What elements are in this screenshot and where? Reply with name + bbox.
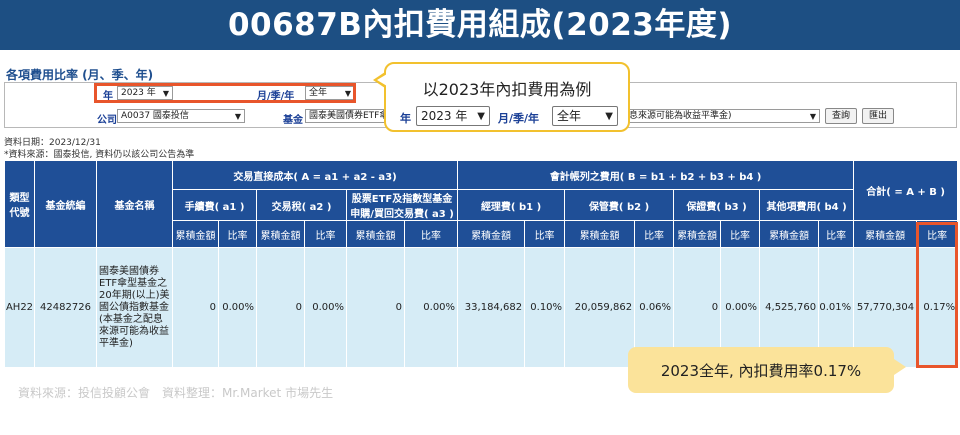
header-ratio: 比率 bbox=[218, 220, 257, 248]
chevron-down-icon: ▼ bbox=[605, 111, 613, 122]
fee-table: 類型代號 基金統編 基金名稱 交易直接成本( A = a1 + a2 - a3)… bbox=[4, 160, 959, 368]
page-banner: 00687B內扣費用組成(2023年度) bbox=[0, 0, 960, 50]
cell-fund-code: 42482726 bbox=[34, 247, 97, 368]
chevron-down-icon: ▼ bbox=[234, 112, 241, 121]
header-amount: 累積金額 bbox=[853, 220, 918, 248]
header-amount: 累積金額 bbox=[256, 220, 305, 248]
callout-period-select[interactable]: 全年 ▼ bbox=[552, 106, 618, 126]
total-ratio-highlight bbox=[916, 222, 958, 368]
header-a3: 股票ETF及指數型基金申購/買回交易費( a3 ) bbox=[345, 189, 459, 221]
header-b1: 經理費( b1 ) bbox=[457, 189, 566, 221]
cell-b1-ratio: 0.10% bbox=[524, 247, 566, 368]
cell-b1-amount: 33,184,682 bbox=[457, 247, 526, 368]
header-amount: 累積金額 bbox=[172, 220, 219, 248]
header-group-a: 交易直接成本( A = a1 + a2 - a3) bbox=[171, 160, 459, 190]
cell-a3-amount: 0 bbox=[346, 247, 405, 368]
header-ratio: 比率 bbox=[403, 220, 459, 248]
callout-year-select[interactable]: 2023 年 ▼ bbox=[416, 106, 490, 126]
header-amount: 累積金額 bbox=[564, 220, 636, 248]
company-select[interactable]: A0037 國泰投信 ▼ bbox=[117, 109, 245, 123]
company-label: 公司 bbox=[97, 115, 117, 126]
cell-type-code: AH22 bbox=[4, 247, 35, 368]
cell-a1-amount: 0 bbox=[172, 247, 219, 368]
cell-b2-amount: 20,059,862 bbox=[564, 247, 636, 368]
header-a2: 交易稅( a2 ) bbox=[256, 189, 347, 221]
header-type-code: 類型代號 bbox=[4, 160, 35, 248]
query-button[interactable]: 查詢 bbox=[825, 108, 857, 124]
header-amount: 累積金額 bbox=[346, 220, 405, 248]
cell-a2-amount: 0 bbox=[256, 247, 305, 368]
callout-period-label: 月/季/年 bbox=[498, 112, 540, 125]
callout-example-text: 以2023年內扣費用為例 bbox=[422, 80, 592, 99]
header-amount: 累積金額 bbox=[673, 220, 722, 248]
header-ratio: 比率 bbox=[818, 220, 855, 248]
header-ratio: 比率 bbox=[634, 220, 675, 248]
cell-fund-name: 國泰美國債券ETF傘型基金之20年期(以上)美國公債指數基金(本基金之配息來源可… bbox=[96, 247, 173, 368]
header-b4: 其他項費用( b4 ) bbox=[759, 189, 855, 221]
fund-label: 基金 bbox=[283, 115, 303, 126]
header-amount: 累積金額 bbox=[759, 220, 820, 248]
callout-result-text: 2023全年, 內扣費用率0.17% bbox=[660, 362, 862, 380]
header-b2: 保管費( b2 ) bbox=[564, 189, 675, 221]
cell-a2-ratio: 0.00% bbox=[304, 247, 347, 368]
cell-a3-ratio: 0.00% bbox=[403, 247, 459, 368]
export-button[interactable]: 匯出 bbox=[862, 108, 894, 124]
header-fund-name: 基金名稱 bbox=[96, 160, 173, 248]
fund-select-tail[interactable]: 息來源可能為收益平準金) ▼ bbox=[625, 109, 820, 123]
fund-select[interactable]: 國泰美國債券ETF傘型基金之20年期(以上)美國公債指數基金(本基金之配息來源可… bbox=[305, 109, 385, 123]
header-b3: 保證費( b3 ) bbox=[673, 189, 761, 221]
header-ratio: 比率 bbox=[524, 220, 566, 248]
callout-result: 2023全年, 內扣費用率0.17% bbox=[628, 347, 906, 393]
header-amount: 累積金額 bbox=[457, 220, 526, 248]
chevron-down-icon: ▼ bbox=[809, 112, 816, 121]
section-title: 各項費用比率 (月、季、年) bbox=[6, 68, 154, 82]
header-ratio: 比率 bbox=[720, 220, 761, 248]
header-total: 合計( = A + B ) bbox=[853, 160, 959, 221]
cell-a1-ratio: 0.00% bbox=[218, 247, 257, 368]
header-ratio: 比率 bbox=[304, 220, 347, 248]
callout-example: 以2023年內扣費用為例 年 2023 年 ▼ 月/季/年 全年 ▼ bbox=[373, 62, 630, 132]
chevron-down-icon: ▼ bbox=[477, 111, 485, 122]
header-group-b: 會計帳列之費用( B = b1 + b2 + b3 + b4 ) bbox=[457, 160, 855, 190]
footer-source: 資料來源：投信投顧公會 資料整理：Mr.Market 市場先生 bbox=[18, 386, 334, 400]
callout-year-label: 年 bbox=[400, 112, 411, 125]
header-fund-code: 基金統編 bbox=[34, 160, 97, 248]
header-a1: 手續費( a1 ) bbox=[172, 189, 257, 221]
year-period-highlight bbox=[94, 83, 356, 103]
data-source-note: *資料來源：國泰投信, 資料仍以該公司公告為準 bbox=[4, 150, 195, 160]
